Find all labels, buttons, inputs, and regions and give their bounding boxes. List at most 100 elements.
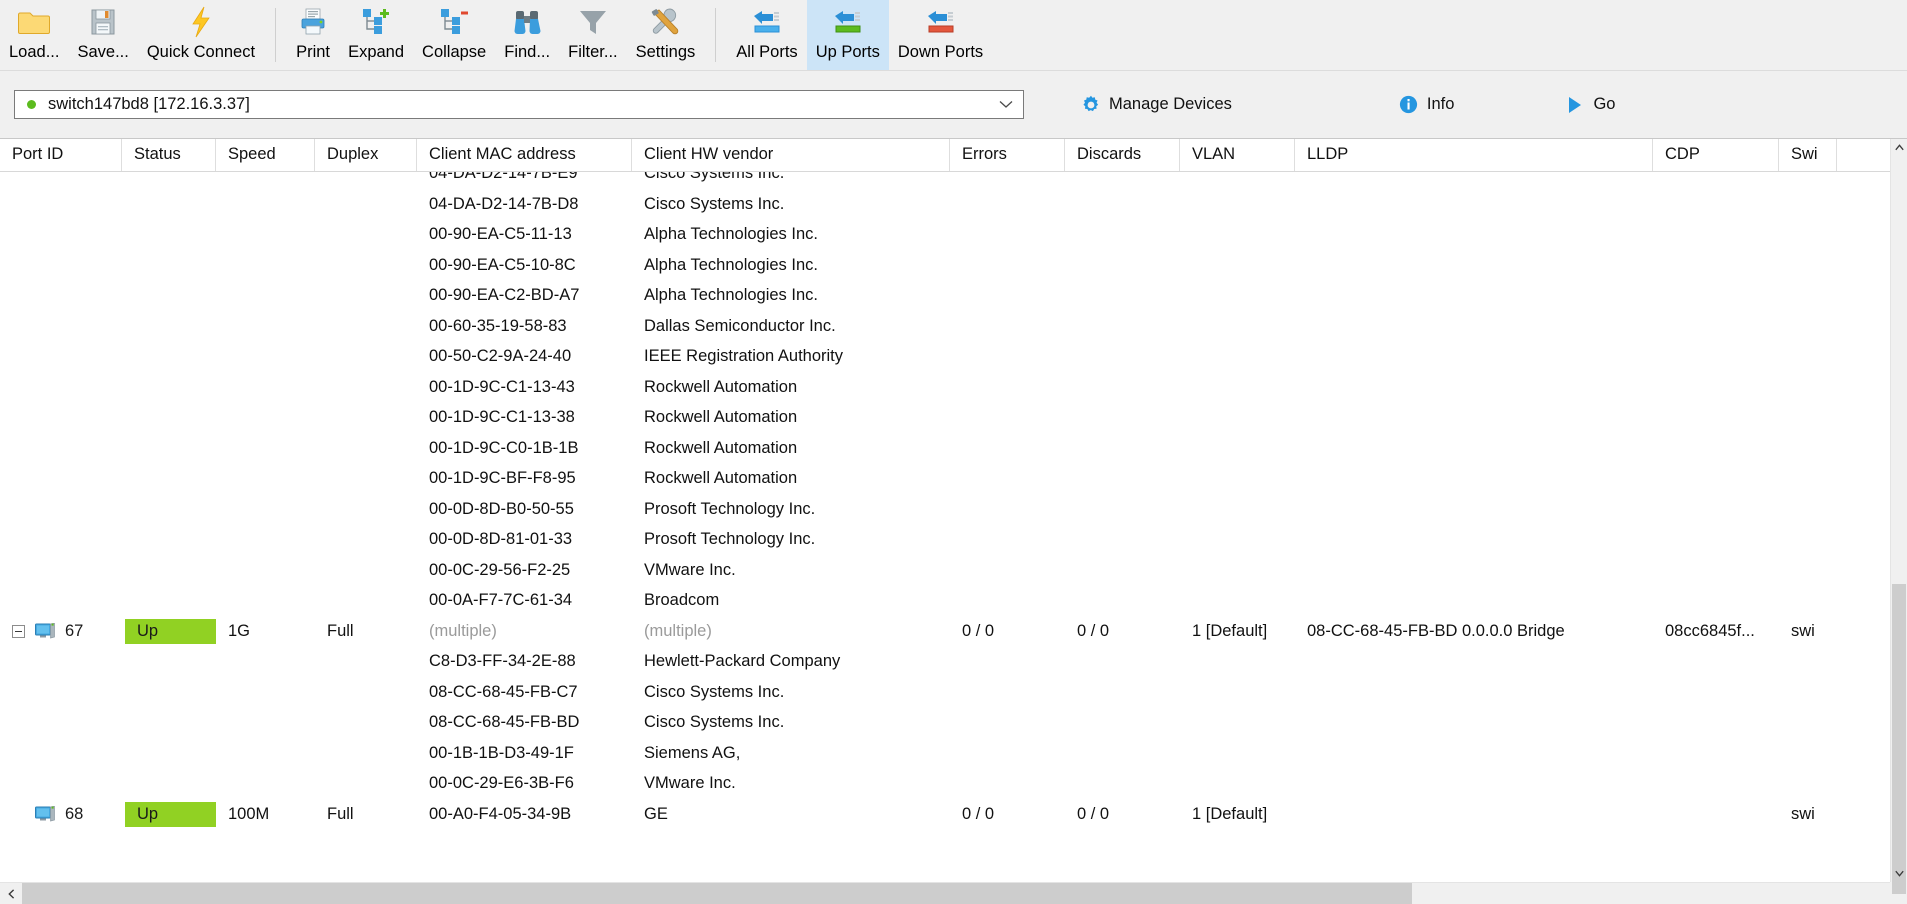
cell-client-vendor: Broadcom xyxy=(644,591,720,609)
table-row[interactable]: 67 Up 1G Full (multiple) (multiple) 0 / 0 0 / 0… xyxy=(0,617,1890,648)
table-row[interactable]: 00-0C-29-E6-3B-F6 VMware Inc. xyxy=(0,769,1890,800)
info-button[interactable]: Info xyxy=(1398,94,1454,116)
cell-speed xyxy=(216,769,315,800)
filter-button[interactable]: Filter... xyxy=(559,0,627,70)
cell-cdp xyxy=(1653,403,1779,434)
status-badge: Up xyxy=(125,801,216,827)
collapse-button[interactable]: Collapse xyxy=(413,0,495,70)
status-badge: Up xyxy=(125,618,216,644)
table-row[interactable]: 00-50-C2-9A-24-40 IEEE Registration Autho… xyxy=(0,342,1890,373)
table-row[interactable]: 00-1D-9C-C1-13-43 Rockwell Automation xyxy=(0,373,1890,404)
cell-status xyxy=(122,464,216,495)
cell-errors xyxy=(950,172,1065,190)
cell-errors xyxy=(950,739,1065,770)
column-header-port-id[interactable]: Port ID xyxy=(0,139,122,171)
load-button[interactable]: Load... xyxy=(0,0,68,70)
horizontal-scroll-track[interactable] xyxy=(22,883,1885,904)
down-ports-button[interactable]: Down Ports xyxy=(889,0,992,70)
table-row[interactable]: 08-CC-68-45-FB-C7 Cisco Systems Inc. xyxy=(0,678,1890,709)
scroll-up-arrow-icon[interactable] xyxy=(1891,139,1907,156)
column-header-swi[interactable]: Swi xyxy=(1779,139,1837,171)
print-button[interactable]: Print xyxy=(287,0,339,70)
table-row[interactable]: 00-0D-8D-B0-50-55 Prosoft Technology Inc. xyxy=(0,495,1890,526)
print-button-label: Print xyxy=(296,43,331,61)
column-header-errors[interactable]: Errors xyxy=(950,139,1065,171)
cell-swi xyxy=(1779,220,1837,251)
cell-duplex xyxy=(315,556,417,587)
filter-button-label: Filter... xyxy=(568,43,618,61)
cell-vlan xyxy=(1180,190,1295,221)
cell-errors xyxy=(950,556,1065,587)
column-header-client-mac[interactable]: Client MAC address xyxy=(417,139,632,171)
expand-button[interactable]: Expand xyxy=(339,0,413,70)
table-row[interactable]: 00-1D-9C-C0-1B-1B Rockwell Automation xyxy=(0,434,1890,465)
table-row[interactable]: 04-DA-D2-14-7B-E9 Cisco Systems Inc. xyxy=(0,172,1890,190)
column-header-discards[interactable]: Discards xyxy=(1065,139,1180,171)
table-row[interactable]: 04-DA-D2-14-7B-D8 Cisco Systems Inc. xyxy=(0,190,1890,221)
table-row[interactable]: 00-1D-9C-BF-F8-95 Rockwell Automation xyxy=(0,464,1890,495)
cell-discards xyxy=(1065,708,1180,739)
column-header-vlan[interactable]: VLAN xyxy=(1180,139,1295,171)
settings-button[interactable]: Settings xyxy=(627,0,705,70)
cell-lldp xyxy=(1295,220,1653,251)
cell-status xyxy=(122,312,216,343)
column-header-client-hw-vendor[interactable]: Client HW vendor xyxy=(632,139,950,171)
cell-port-id[interactable]: 68 xyxy=(0,800,122,831)
table-row[interactable]: 68 Up 100M Full 00-A0-F4-05-34-9B GE 0 / 0 0 / … xyxy=(0,800,1890,831)
expander-toggle-icon[interactable] xyxy=(12,625,25,639)
chevron-down-icon[interactable] xyxy=(999,91,1013,118)
cell-lldp xyxy=(1295,312,1653,343)
cell-port-id xyxy=(0,281,122,312)
cell-discards xyxy=(1065,434,1180,465)
lightning-bolt-icon xyxy=(184,5,218,39)
cell-discards xyxy=(1065,586,1180,617)
save-button[interactable]: Save... xyxy=(68,0,137,70)
column-header-duplex[interactable]: Duplex xyxy=(315,139,417,171)
cell-client-vendor: Cisco Systems Inc. xyxy=(644,713,785,731)
column-header-lldp[interactable]: LLDP xyxy=(1295,139,1653,171)
cell-discards xyxy=(1065,464,1180,495)
cell-errors xyxy=(950,312,1065,343)
table-row[interactable]: 00-1D-9C-C1-13-38 Rockwell Automation xyxy=(0,403,1890,434)
table-row[interactable]: C8-D3-FF-34-2E-88 Hewlett-Packard Company xyxy=(0,647,1890,678)
table-row[interactable]: 00-1B-1B-D3-49-1F Siemens AG, xyxy=(0,739,1890,770)
cell-client-vendor: Alpha Technologies Inc. xyxy=(644,225,818,243)
device-select[interactable]: switch147bd8 [172.16.3.37] xyxy=(14,90,1024,119)
table-row[interactable]: 08-CC-68-45-FB-BD Cisco Systems Inc. xyxy=(0,708,1890,739)
cell-speed xyxy=(216,647,315,678)
cell-client-vendor: Rockwell Automation xyxy=(644,438,798,457)
table-row[interactable]: 00-0A-F7-7C-61-34 Broadcom xyxy=(0,586,1890,617)
vertical-scroll-thumb[interactable] xyxy=(1892,584,1906,894)
quick-connect-button[interactable]: Quick Connect xyxy=(138,0,264,70)
cell-swi xyxy=(1779,403,1837,434)
horizontal-scrollbar[interactable] xyxy=(0,882,1907,904)
vertical-scrollbar[interactable] xyxy=(1890,139,1907,894)
cell-port-id[interactable]: 67 xyxy=(0,617,122,648)
scroll-down-arrow-icon[interactable] xyxy=(1891,865,1907,882)
column-header-status[interactable]: Status xyxy=(122,139,216,171)
table-row[interactable]: 00-0C-29-56-F2-25 VMware Inc. xyxy=(0,556,1890,587)
go-button[interactable]: Go xyxy=(1564,94,1615,116)
cell-swi xyxy=(1779,647,1837,678)
manage-devices-button[interactable]: Manage Devices xyxy=(1080,94,1232,116)
column-header-speed[interactable]: Speed xyxy=(216,139,315,171)
up-ports-button[interactable]: Up Ports xyxy=(806,0,889,70)
horizontal-scroll-thumb[interactable] xyxy=(22,883,1412,904)
cell-swi xyxy=(1779,434,1837,465)
column-header-cdp[interactable]: CDP xyxy=(1653,139,1779,171)
scroll-left-arrow-icon[interactable] xyxy=(0,883,22,904)
table-row[interactable]: 00-90-EA-C5-10-8C Alpha Technologies Inc. xyxy=(0,251,1890,282)
table-row[interactable]: 00-90-EA-C5-11-13 Alpha Technologies Inc. xyxy=(0,220,1890,251)
find-button[interactable]: Find... xyxy=(495,0,559,70)
cell-port-id xyxy=(0,312,122,343)
all-ports-button[interactable]: All Ports xyxy=(727,0,806,70)
cell-lldp xyxy=(1295,403,1653,434)
cell-speed xyxy=(216,172,315,190)
table-row[interactable]: 00-0D-8D-81-01-33 Prosoft Technology Inc. xyxy=(0,525,1890,556)
cell-port-id xyxy=(0,647,122,678)
table-row[interactable]: 00-90-EA-C2-BD-A7 Alpha Technologies Inc. xyxy=(0,281,1890,312)
cell-status xyxy=(122,708,216,739)
table-row[interactable]: 00-60-35-19-58-83 Dallas Semiconductor In… xyxy=(0,312,1890,343)
cell-duplex xyxy=(315,769,417,800)
collapse-button-label: Collapse xyxy=(422,43,487,61)
